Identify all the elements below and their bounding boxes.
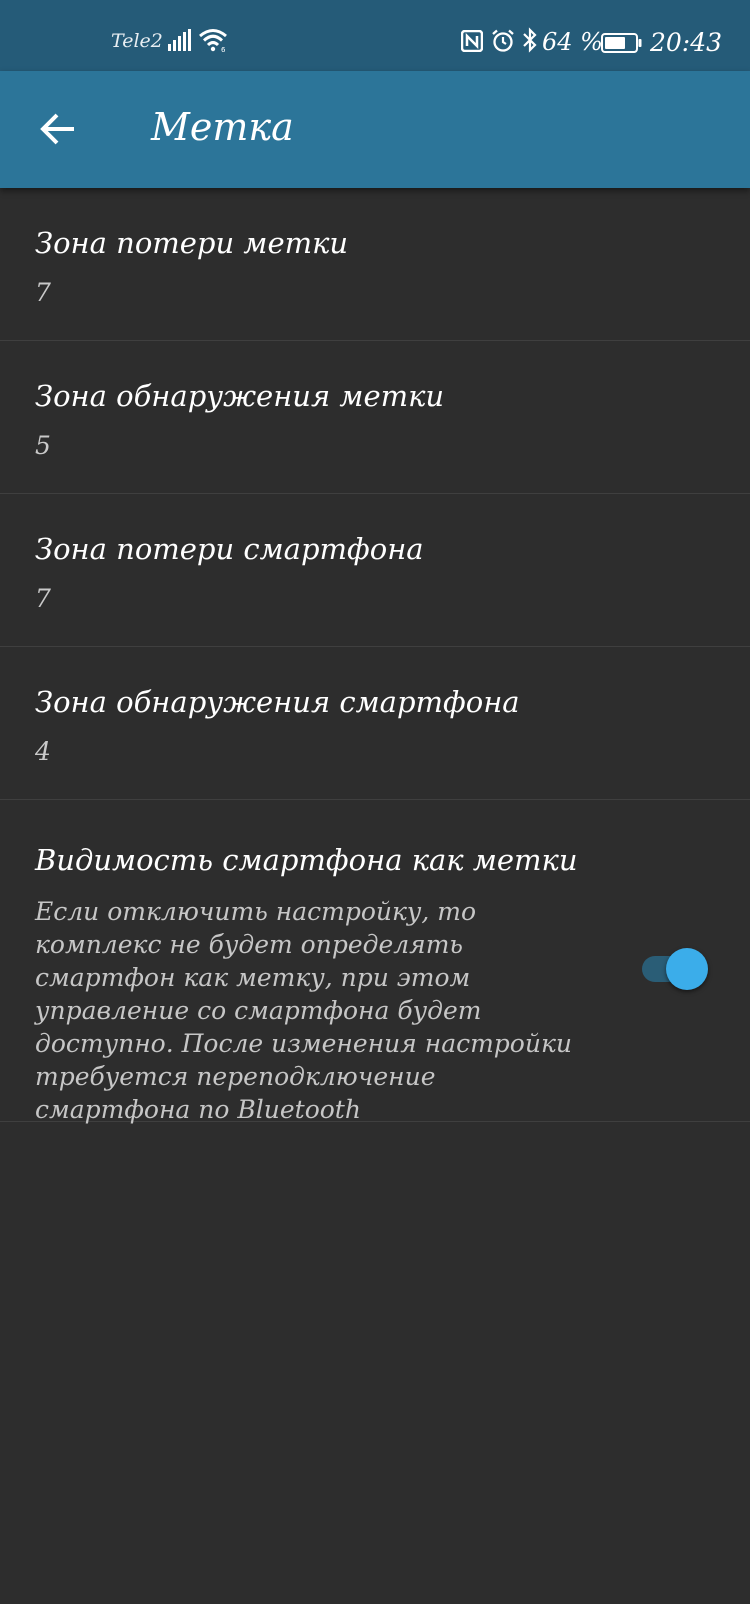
toggle-thumb [666,948,708,990]
bluetooth-icon [522,27,538,57]
setting-title: Видимость смартфона как метки [35,843,578,877]
svg-text:6: 6 [221,46,226,52]
clock: 20:43 [650,28,723,57]
setting-value: 7 [35,278,51,307]
setting-value: 4 [35,737,51,766]
app-bar: Метка [0,71,750,188]
page-title: Метка [151,105,294,149]
setting-description: Если отключить настройку, то комплекс не… [35,897,572,1124]
setting-phone-visibility[interactable]: Видимость смартфона как метки Если отклю… [0,800,750,1124]
battery-icon [601,33,643,57]
setting-title: Зона потери метки [35,226,349,260]
signal-icon [168,29,192,55]
battery-percent: 64 % [542,28,603,56]
setting-title: Зона обнаружения метки [35,379,445,413]
setting-title: Зона обнаружения смартфона [35,685,520,719]
nfc-icon [460,29,484,56]
arrow-left-icon[interactable] [38,111,78,147]
setting-value: 5 [35,431,51,460]
alarm-icon [491,29,515,57]
status-bar: Tele2 6 64 % 20:43 [0,0,750,71]
wifi-icon: 6 [198,28,228,56]
setting-tag-loss-zone[interactable]: Зона потери метки 7 [0,188,750,341]
carrier-name: Tele2 [111,30,163,52]
setting-phone-detection-zone[interactable]: Зона обнаружения смартфона 4 [0,647,750,800]
phone-visibility-toggle[interactable] [640,947,708,991]
setting-title: Зона потери смартфона [35,532,424,566]
setting-value: 7 [35,584,51,613]
setting-phone-loss-zone[interactable]: Зона потери смартфона 7 [0,494,750,647]
settings-list: Зона потери метки 7 Зона обнаружения мет… [0,188,750,1124]
setting-tag-detection-zone[interactable]: Зона обнаружения метки 5 [0,341,750,494]
